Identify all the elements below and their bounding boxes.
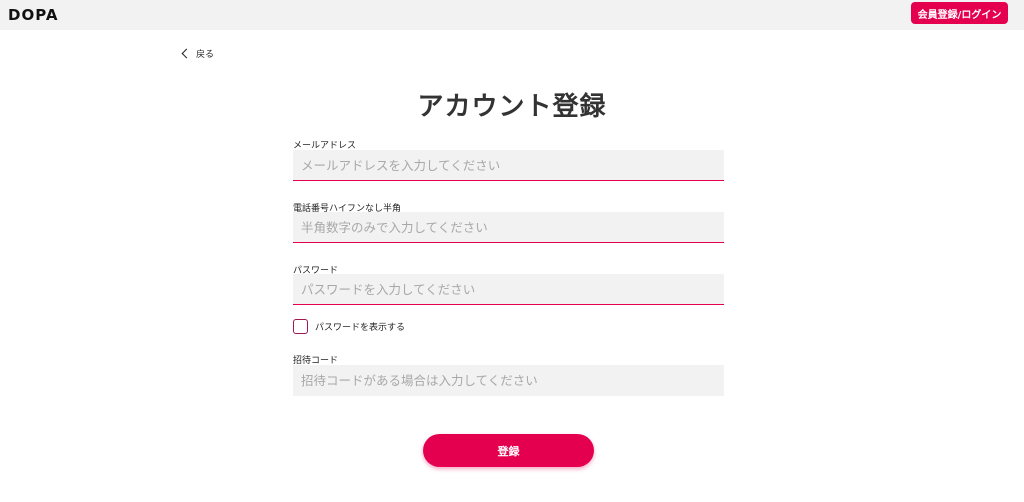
back-label: 戻る xyxy=(196,49,215,60)
chevron-left-icon xyxy=(181,48,192,58)
show-password-label: パスワードを表示する xyxy=(315,322,406,333)
show-password-checkbox[interactable] xyxy=(293,318,308,334)
page-title: アカウント登録 xyxy=(417,92,607,122)
top-bar: DOPA 会員登録/ログイン xyxy=(0,0,1024,30)
email-field[interactable] xyxy=(293,150,724,181)
phone-field[interactable] xyxy=(293,212,724,243)
logo-text: DOPA xyxy=(8,6,59,24)
register-login-button[interactable]: 会員登録/ログイン xyxy=(911,2,1008,24)
show-password-toggle[interactable]: パスワードを表示する xyxy=(293,318,405,334)
dopa-logo[interactable]: DOPA xyxy=(8,6,58,24)
password-field[interactable] xyxy=(293,274,724,305)
back-link[interactable]: 戻る xyxy=(181,46,214,60)
invite-code-field[interactable] xyxy=(293,365,724,396)
register-submit-button[interactable]: 登録 xyxy=(423,434,594,467)
